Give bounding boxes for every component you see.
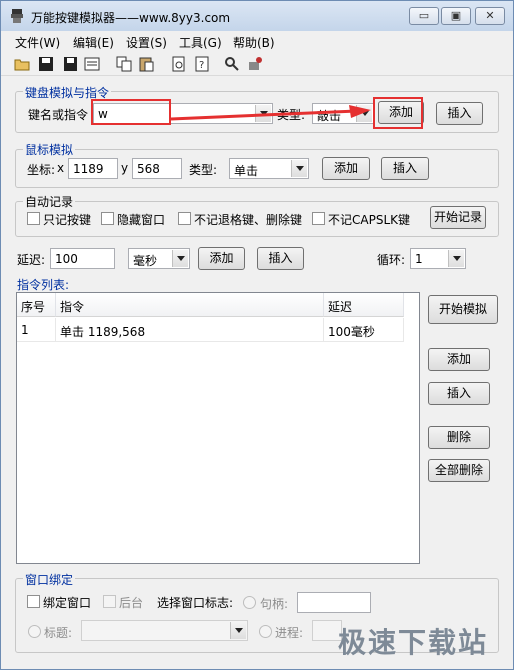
delay-insert-button[interactable]: 插入: [257, 247, 304, 270]
minimize-icon: ▭: [418, 9, 430, 22]
annotation-arrow-icon: [171, 105, 371, 121]
chevron-down-icon[interactable]: [448, 250, 464, 267]
key-only-label: 只记按键: [43, 213, 92, 227]
title-label: 标题:: [44, 626, 73, 640]
delay-label: 延迟:: [17, 253, 46, 267]
menu-edit[interactable]: 编辑(E): [73, 34, 114, 51]
bind-window-checkbox[interactable]: [27, 595, 40, 608]
column-header-command[interactable]: 指令: [56, 293, 324, 317]
copy-icon[interactable]: [116, 56, 132, 72]
skip-backspace-label: 不记退格键、删除键: [194, 213, 303, 227]
help-icon[interactable]: ?: [194, 56, 210, 72]
title-bar[interactable]: 万能按键模拟器——www.8yy3.com ▭ ▣ ✕: [1, 1, 513, 31]
delay-unit-value: 毫秒: [133, 254, 158, 268]
properties-icon[interactable]: [84, 56, 100, 72]
select-window-flag-label: 选择窗口标志:: [157, 596, 234, 610]
title-combo[interactable]: [81, 620, 248, 641]
annotation-box-key: [91, 99, 171, 125]
app-icon: [11, 9, 23, 23]
process-label: 进程:: [275, 626, 304, 640]
mouse-insert-button[interactable]: 插入: [381, 157, 429, 180]
chevron-down-icon[interactable]: [172, 250, 188, 267]
mouse-type-value: 单击: [234, 164, 259, 178]
hide-window-label: 隐藏窗口: [117, 213, 166, 227]
handle-label: 句柄:: [260, 597, 289, 611]
svg-text:?: ?: [199, 60, 204, 71]
column-header-delay[interactable]: 延迟: [324, 293, 404, 317]
skip-backspace-checkbox[interactable]: [178, 212, 191, 225]
skip-capslock-label: 不记CAPSLK键: [328, 213, 410, 227]
row-command[interactable]: 单击 1189,568: [56, 318, 324, 342]
menu-tools[interactable]: 工具(G): [179, 34, 222, 51]
key-name-label: 键名或指令: [28, 108, 89, 122]
coord-label: 坐标:: [27, 163, 56, 177]
window-binding-group-label: 窗口绑定: [23, 571, 76, 588]
list-add-button[interactable]: 添加: [428, 348, 490, 371]
menu-file[interactable]: 文件(W): [15, 34, 60, 51]
window-title: 万能按键模拟器——www.8yy3.com: [31, 11, 231, 25]
print-preview-icon[interactable]: [171, 56, 187, 72]
mouse-type-label: 类型:: [189, 163, 218, 177]
mouse-type-combo[interactable]: 单击: [229, 158, 309, 179]
start-simulation-button[interactable]: 开始模拟: [428, 295, 498, 324]
watermark: 极速下载站: [338, 626, 489, 659]
record-icon[interactable]: [247, 56, 263, 72]
start-record-button[interactable]: 开始记录: [430, 206, 486, 229]
key-insert-button[interactable]: 插入: [436, 102, 483, 125]
chevron-down-icon[interactable]: [291, 160, 307, 177]
chevron-down-icon[interactable]: [230, 622, 246, 639]
bind-window-label: 绑定窗口: [43, 596, 92, 610]
process-radio[interactable]: [259, 625, 272, 638]
menu-bar: 文件(W) 编辑(E) 设置(S) 工具(G) 帮助(B): [1, 31, 513, 51]
background-checkbox[interactable]: [103, 595, 116, 608]
loop-label: 循环:: [377, 253, 406, 267]
instruction-list-label: 指令列表:: [17, 278, 70, 292]
row-delay[interactable]: 100毫秒: [324, 318, 404, 342]
autorecord-group-label: 自动记录: [23, 193, 76, 210]
list-delete-all-button[interactable]: 全部删除: [428, 459, 490, 482]
coord-y-input[interactable]: 568: [132, 158, 182, 179]
save-icon[interactable]: [38, 56, 54, 72]
delay-unit-combo[interactable]: 毫秒: [128, 248, 190, 269]
minimize-button[interactable]: ▭: [409, 7, 439, 25]
delay-add-button[interactable]: 添加: [198, 247, 245, 270]
key-only-checkbox[interactable]: [27, 212, 40, 225]
title-radio[interactable]: [28, 625, 41, 638]
save-all-icon[interactable]: [62, 56, 78, 72]
list-delete-button[interactable]: 删除: [428, 426, 490, 449]
close-icon: ✕: [485, 9, 495, 22]
coord-y-label: y: [121, 161, 129, 175]
find-icon[interactable]: [224, 56, 240, 72]
skip-capslock-checkbox[interactable]: [312, 212, 325, 225]
loop-value: 1: [415, 252, 423, 266]
mouse-add-button[interactable]: 添加: [322, 157, 370, 180]
paste-icon[interactable]: [138, 56, 154, 72]
background-label: 后台: [119, 596, 144, 610]
coord-x-label: x: [57, 161, 65, 175]
toolbar: ?: [1, 52, 513, 76]
menu-settings[interactable]: 设置(S): [126, 34, 167, 51]
list-insert-button[interactable]: 插入: [428, 382, 490, 405]
delay-input[interactable]: 100: [50, 248, 115, 269]
hide-window-checkbox[interactable]: [101, 212, 114, 225]
row-number[interactable]: 1: [17, 318, 56, 342]
mouse-group-label: 鼠标模拟: [23, 141, 76, 158]
app-window: 万能按键模拟器——www.8yy3.com ▭ ▣ ✕ 文件(W) 编辑(E) …: [0, 0, 514, 670]
maximize-icon: ▣: [450, 9, 462, 22]
open-folder-icon[interactable]: [14, 56, 30, 72]
annotation-box-add: [373, 97, 423, 129]
maximize-button[interactable]: ▣: [441, 7, 471, 25]
column-header-number[interactable]: 序号: [17, 293, 56, 317]
loop-combo[interactable]: 1: [410, 248, 466, 269]
handle-input[interactable]: [297, 592, 371, 613]
coord-x-input[interactable]: 1189: [68, 158, 118, 179]
handle-radio[interactable]: [243, 596, 256, 609]
instruction-list[interactable]: 序号 指令 延迟 1 单击 1189,568 100毫秒: [16, 292, 420, 564]
close-button[interactable]: ✕: [475, 7, 505, 25]
menu-help[interactable]: 帮助(B): [233, 34, 275, 51]
